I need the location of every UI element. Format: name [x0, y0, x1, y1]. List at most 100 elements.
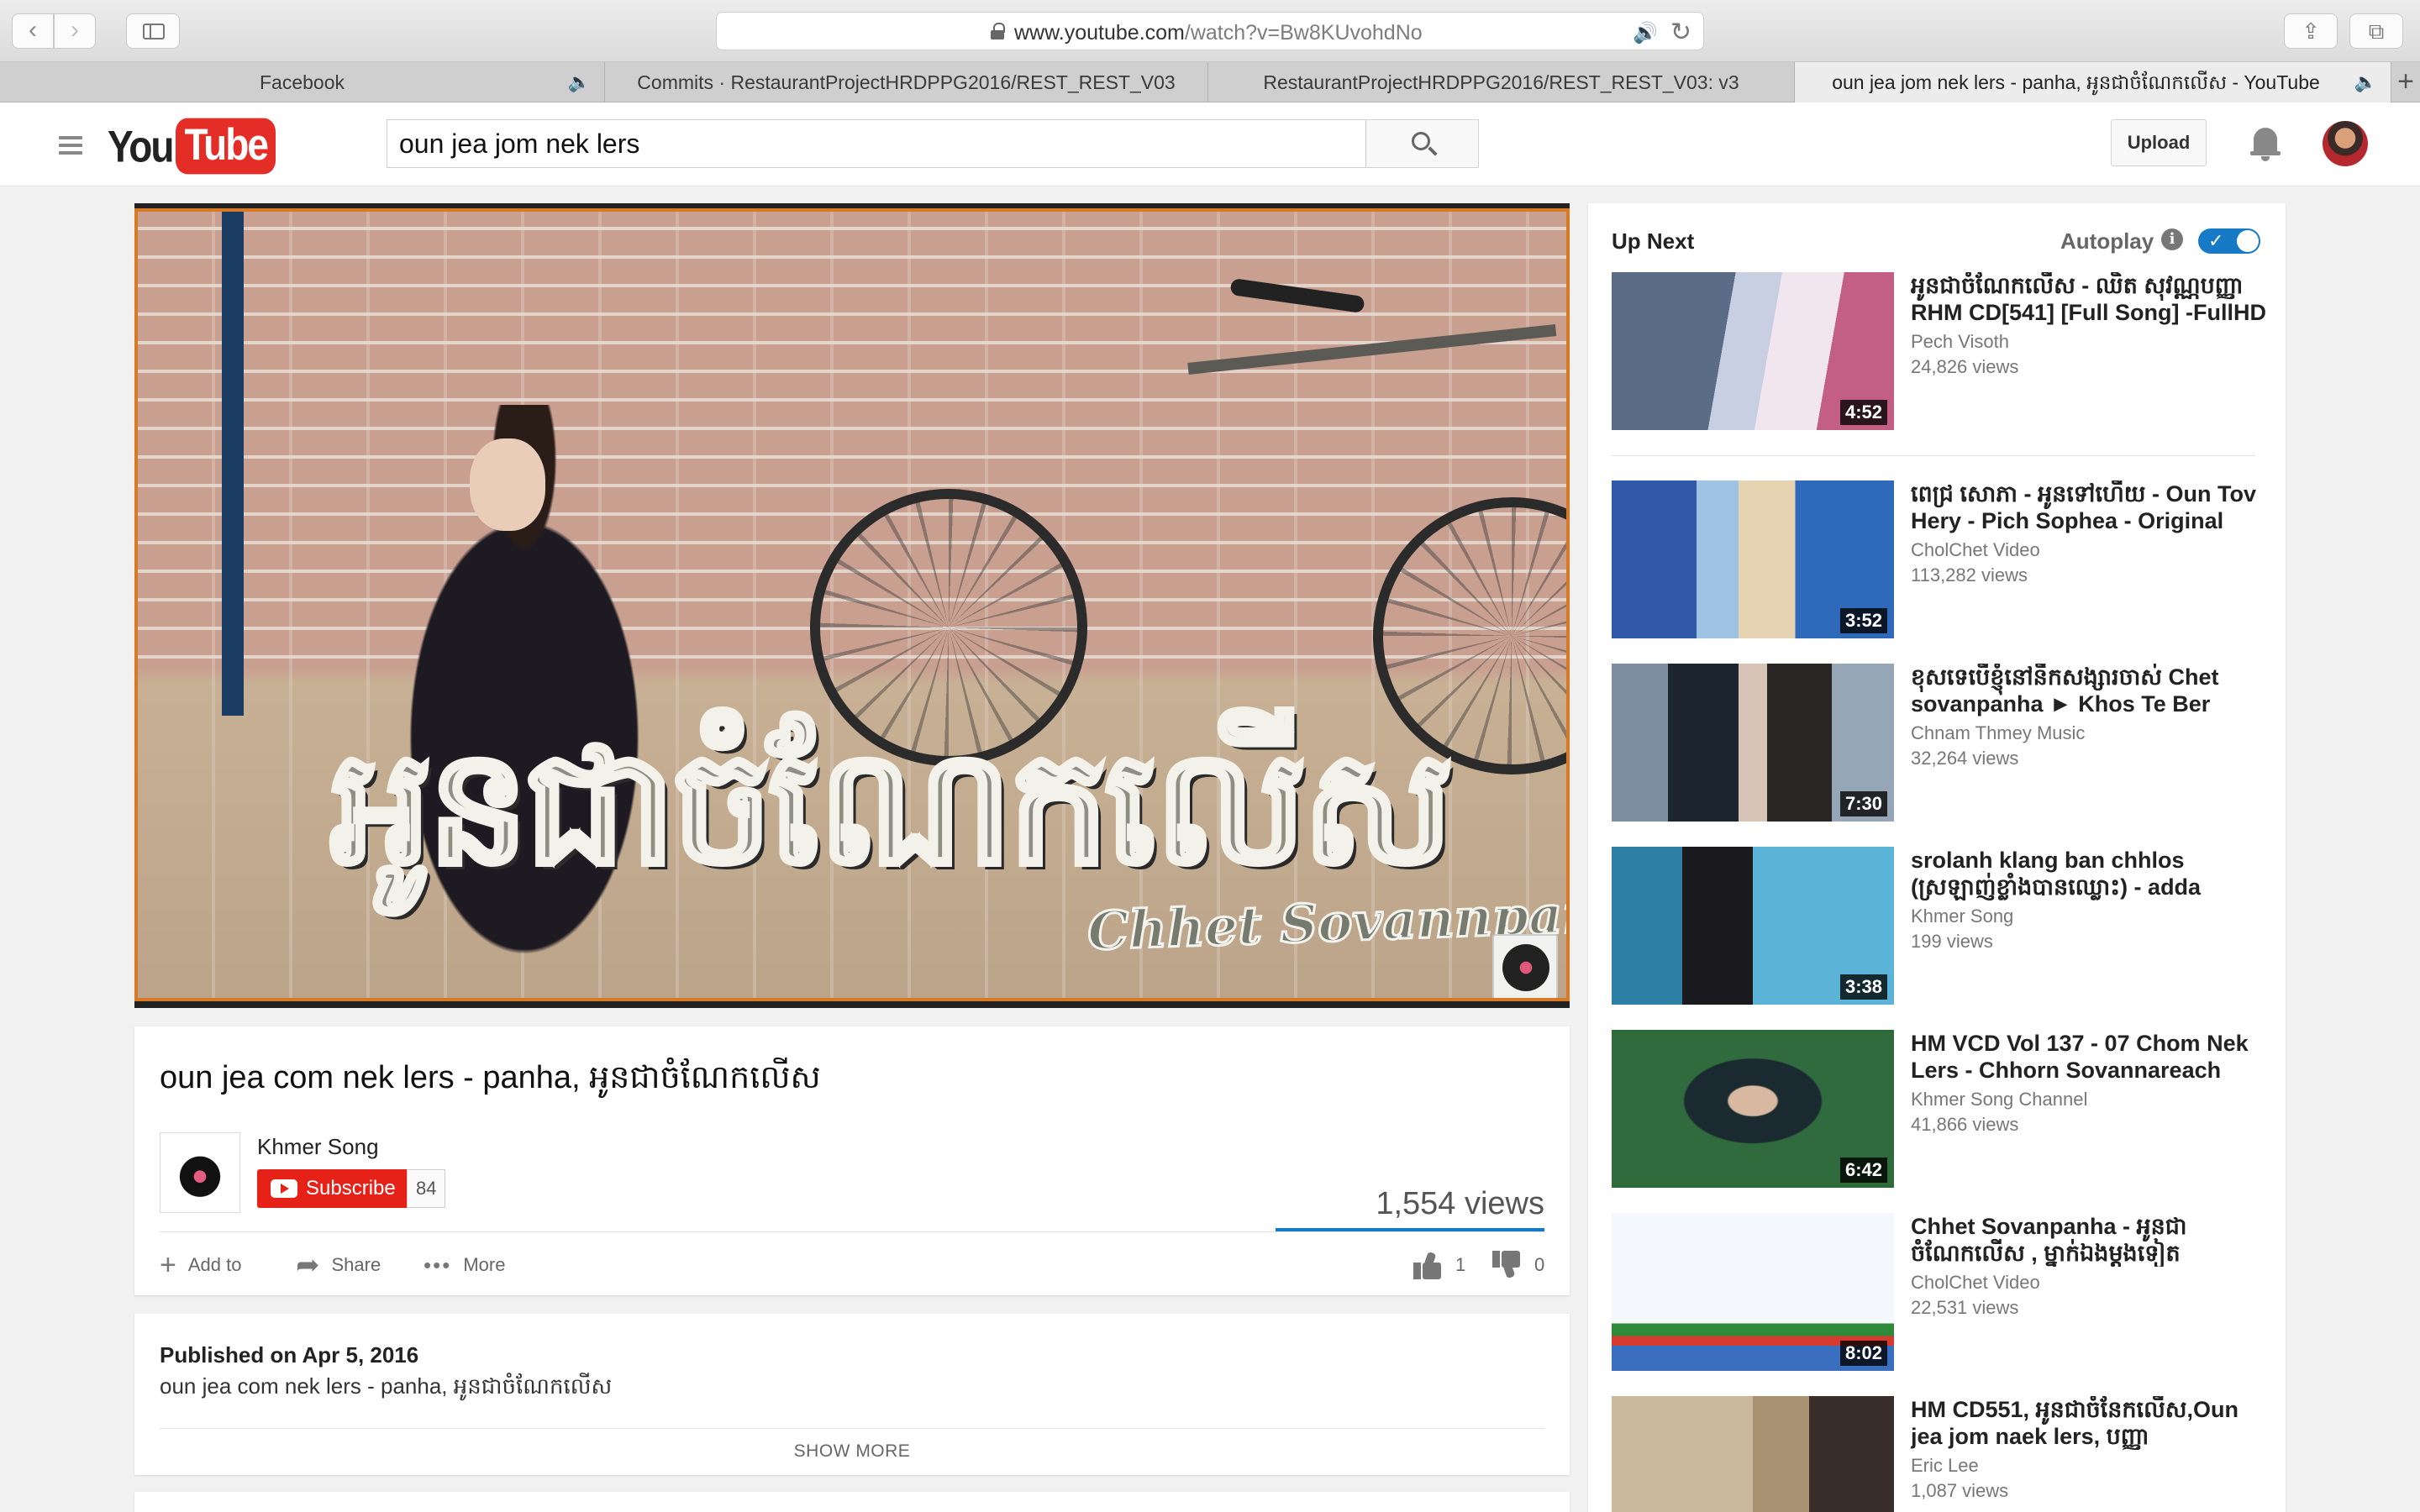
url-host: www.youtube.com — [1014, 21, 1185, 45]
share-button[interactable]: ➦ Share — [296, 1248, 381, 1282]
related-video-channel: Khmer Song — [1911, 906, 2014, 927]
account-avatar[interactable] — [2323, 121, 2368, 166]
related-video-title[interactable]: ពេជ្រ សោភា - អូនទៅហើយ - Oun Tov Hery - P… — [1911, 480, 2267, 534]
published-date: Published on Apr 5, 2016 — [160, 1342, 419, 1368]
view-count: 1,554 views — [1376, 1186, 1544, 1221]
related-video-title[interactable]: HM CD551, អូនជាចំនែកលើស,Oun jea jom naek… — [1911, 1396, 2267, 1450]
related-video-item[interactable]: 3:52 ពេជ្រ សោភា - អូនទៅហើយ - Oun Tov Her… — [1612, 480, 2267, 638]
related-video-views: 199 views — [1911, 931, 1993, 952]
channel-avatar[interactable] — [160, 1132, 240, 1213]
related-video-views: 113,282 views — [1911, 564, 2028, 585]
show-more-button[interactable]: SHOW MORE — [134, 1441, 1570, 1462]
video-duration: 4:52 — [1839, 400, 1887, 425]
related-video-item[interactable]: HM CD551, អូនជាចំនែកលើស,Oun jea jom naek… — [1612, 1396, 2267, 1512]
youtube-logo[interactable]: You Tube — [108, 118, 276, 175]
search-button[interactable] — [1366, 119, 1479, 168]
tab-label: Commits · RestaurantProjectHRDPPG2016/RE… — [637, 71, 1176, 93]
subscribe-button[interactable]: Subscribe — [257, 1169, 409, 1208]
video-player[interactable]: អូនជាចំណែកលើស Chhet Sovannpanha — [134, 203, 1570, 1008]
search-input[interactable] — [387, 119, 1366, 168]
back-button[interactable]: ‹ — [12, 13, 54, 49]
share-sheet-button[interactable]: ⇪ — [2284, 13, 2338, 49]
logo-you: You — [108, 121, 174, 171]
tab-commits[interactable]: Commits · RestaurantProjectHRDPPG2016/RE… — [605, 62, 1208, 102]
video-title: oun jea com nek lers - panha, អូនជាចំណែក… — [160, 1060, 821, 1095]
video-thumbnail[interactable]: 3:52 — [1612, 480, 1894, 638]
audio-playing-icon[interactable]: 🔊 — [1633, 21, 1658, 45]
related-video-item[interactable]: 4:52 អូនជាចំណែកលើស - ឈិត សុវណ្ណបញ្ញា RHM… — [1612, 272, 2267, 430]
related-video-item[interactable]: 6:42 HM VCD Vol 137 - 07 Chom Nek Lers -… — [1612, 1030, 2267, 1188]
speaker-icon[interactable]: 🔈 — [2354, 62, 2377, 102]
like-button[interactable]: 1 — [1413, 1248, 1465, 1282]
tab-facebook[interactable]: Facebook 🔈 — [0, 62, 605, 102]
url-path: /watch?v=Bw8KUvohdNo — [1184, 21, 1423, 45]
related-video-title[interactable]: HM VCD Vol 137 - 07 Chom Nek Lers - Chho… — [1911, 1030, 2267, 1084]
notifications-bell-icon[interactable] — [2250, 123, 2281, 163]
tab-label: oun jea jom nek lers - panha, អូនជាចំណែក… — [1832, 71, 2320, 93]
channel-name-link[interactable]: Khmer Song — [257, 1134, 379, 1160]
related-video-item[interactable]: 3:38 srolanh klang ban chhlos (ស្រឡាញ់ខ្… — [1612, 847, 2267, 1005]
video-scene-pole — [222, 212, 244, 716]
related-video-title[interactable]: អូនជាចំណែកលើស - ឈិត សុវណ្ណបញ្ញា RHM CD[5… — [1911, 272, 2267, 326]
video-duration: 7:30 — [1839, 791, 1887, 816]
add-to-button[interactable]: + Add to — [160, 1248, 241, 1282]
tab-bar: Facebook 🔈 Commits · RestaurantProjectHRD… — [0, 62, 2420, 102]
sidebar-icon — [143, 24, 165, 39]
tab-repo[interactable]: RestaurantProjectHRDPPG2016/REST_REST_V0… — [1208, 62, 1795, 102]
more-dots-icon: ••• — [424, 1252, 452, 1278]
autoplay-toggle[interactable]: ✓ — [2198, 228, 2260, 254]
video-thumbnail[interactable]: 3:38 — [1612, 847, 1894, 1005]
related-video-views: 1,087 views — [1911, 1480, 2009, 1501]
more-button[interactable]: ••• More — [424, 1248, 505, 1282]
related-video-title[interactable]: ខុសទេបើខ្ញុំនៅនឹកសង្សារចាស់ Chet sovanpa… — [1911, 664, 2267, 717]
related-video-item[interactable]: 8:02 Chhet Sovanpanha - អូនជាចំណែកលើស , … — [1612, 1213, 2267, 1371]
reload-icon[interactable]: ↻ — [1670, 18, 1691, 47]
tab-youtube[interactable]: oun jea jom nek lers - panha, អូនជាចំណែក… — [1795, 62, 2391, 102]
dislike-count: 0 — [1534, 1254, 1545, 1275]
dislike-button[interactable]: 0 — [1492, 1248, 1544, 1282]
related-video-title[interactable]: srolanh klang ban chhlos (ស្រឡាញ់ខ្លាំងប… — [1911, 847, 2267, 900]
menu-icon[interactable] — [59, 136, 82, 155]
url-text: www.youtube.com/watch?v=Bw8KUvohdNo — [1014, 21, 1423, 45]
info-icon[interactable]: i — [2161, 228, 2183, 250]
up-next-sidebar: Up Next Autoplay i ✓ 4:52 អូនជាចំណែកលើស … — [1588, 203, 2286, 1512]
sidebar-divider — [1612, 455, 2255, 456]
video-frame[interactable]: អូនជាចំណែកលើស Chhet Sovannpanha — [134, 208, 1570, 1001]
tab-label: Facebook — [259, 71, 345, 93]
video-thumbnail[interactable]: 4:52 — [1612, 272, 1894, 430]
video-thumbnail[interactable] — [1612, 1396, 1894, 1512]
video-duration: 6:42 — [1839, 1158, 1887, 1183]
related-video-views: 22,531 views — [1911, 1297, 2019, 1318]
video-thumbnail[interactable]: 7:30 — [1612, 664, 1894, 822]
video-thumbnail[interactable]: 8:02 — [1612, 1213, 1894, 1371]
logo-tube: Tube — [176, 118, 276, 175]
related-video-channel: CholChet Video — [1911, 539, 2040, 560]
bike-handlebar — [1229, 277, 1365, 314]
subscribe-label: Subscribe — [306, 1177, 396, 1200]
speaker-icon[interactable]: 🔈 — [568, 62, 591, 102]
share-arrow-icon: ➦ — [296, 1249, 320, 1281]
forward-button[interactable]: › — [54, 13, 96, 49]
video-duration: 3:38 — [1839, 974, 1887, 1000]
subscriber-count: 84 — [407, 1169, 446, 1208]
channel-watermark-icon[interactable] — [1492, 934, 1558, 998]
related-video-channel: Pech Visoth — [1911, 331, 2010, 352]
sidebar-toggle-button[interactable] — [126, 13, 180, 49]
video-description: oun jea com nek lers - panha, អូនជាចំណែក… — [160, 1373, 613, 1399]
address-bar[interactable]: www.youtube.com/watch?v=Bw8KUvohdNo 🔊 ↻ — [716, 12, 1704, 50]
info-divider — [160, 1231, 1544, 1232]
related-video-item[interactable]: 7:30 ខុសទេបើខ្ញុំនៅនឹកសង្សារចាស់ Chet so… — [1612, 664, 2267, 822]
related-video-views: 41,866 views — [1911, 1114, 2019, 1135]
toggle-knob — [2237, 230, 2259, 252]
autoplay-label: Autoplay — [2060, 228, 2154, 254]
more-label: More — [463, 1254, 506, 1275]
video-thumbnail[interactable]: 6:42 — [1612, 1030, 1894, 1188]
upload-button[interactable]: Upload — [2111, 119, 2207, 166]
description-divider — [160, 1428, 1544, 1429]
show-tabs-button[interactable]: ⧉ — [2349, 13, 2403, 49]
video-info-card: oun jea com nek lers - panha, អូនជាចំណែក… — [134, 1026, 1570, 1295]
related-video-title[interactable]: Chhet Sovanpanha - អូនជាចំណែកលើស , ម្នាក… — [1911, 1213, 2267, 1267]
related-video-views: 24,826 views — [1911, 356, 2019, 377]
up-next-heading: Up Next — [1612, 228, 1695, 254]
new-tab-button[interactable]: + — [2391, 62, 2420, 102]
